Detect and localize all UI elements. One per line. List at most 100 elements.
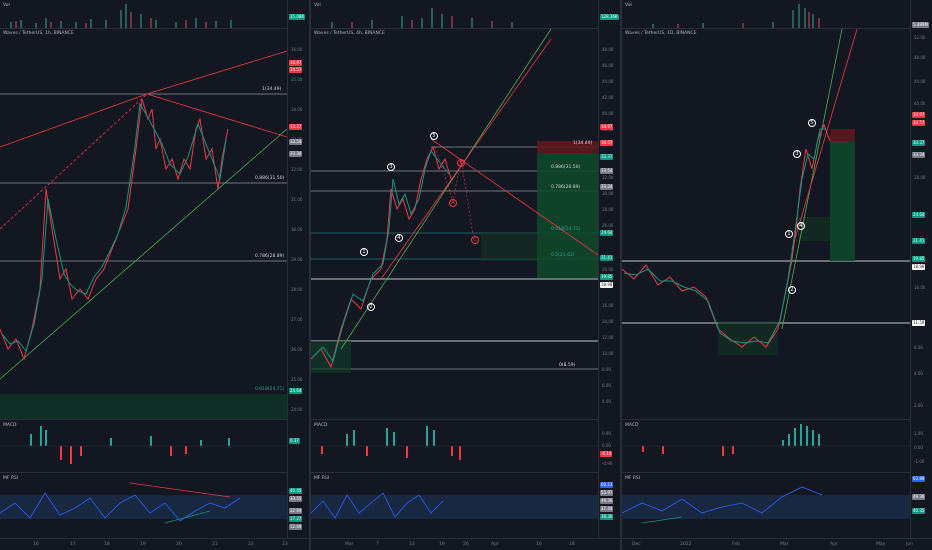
price-tag: 21.41 [600,255,614,261]
price-tick: 6.00 [602,383,611,388]
rsi-tag: 22.84 [289,508,303,514]
volume-tag: 128.36K [600,14,619,20]
macd-histogram [311,426,598,460]
price-tick: 34.00 [291,107,303,112]
price-tick: 28.00 [602,207,614,212]
price-tick: 20.00 [602,267,614,272]
time-label: 19 [140,542,146,547]
macd-tick: 0.90 [602,431,611,436]
rsi-pane[interactable]: MF RSI [311,473,598,538]
macd-pane[interactable]: MACD [311,420,598,472]
time-label: 18 [569,542,575,547]
price-tick: 29.00 [291,257,303,262]
time-label: 17 [70,542,76,547]
macd-tick: -0.90 [602,461,613,466]
price-tick: 32.00 [602,175,614,180]
rsi-tag: 55.97 [600,490,614,496]
price-tick: 36.00 [291,47,303,52]
wave-marker: 2 [367,303,375,311]
price-tag: 24.64 [600,230,614,236]
price-tag: 18.98 [600,282,614,288]
wave-marker: 5 [808,119,816,127]
price-tick: 44.00 [602,79,614,84]
macd-tick: 1.00 [914,431,923,436]
rsi-tag: 37.44 [600,506,614,512]
price-tick: 14.00 [602,319,614,324]
macd-pane[interactable]: MACD [0,420,287,472]
chart-panel-4h[interactable]: Vol Waves / TetherUS, 4h, BINANCE 1(34.4… [311,0,620,550]
price-tag: 34.97 [289,60,303,66]
price-tick: 16.00 [602,303,614,308]
fib-label: 0.786(28.89) [551,185,581,190]
chart-panel-1d[interactable]: Vol Waves / TetherUS, 1D, BINANCE 1 2 3 … [622,0,932,550]
time-label: 16 [33,542,39,547]
price-tick: 30.00 [291,227,303,232]
time-label: 20 [176,542,182,547]
time-label: May [876,542,886,547]
wave-marker: 5 [430,132,438,140]
price-tick: 16.00 [914,285,926,290]
price-axis[interactable]: 48.00 46.00 44.00 42.00 40.00 38.00 32.0… [598,0,620,538]
price-tag: 33.34 [289,151,303,157]
price-tick: 10.00 [602,351,614,356]
macd-histogram [622,424,910,456]
price-tick: 25.00 [291,377,303,382]
price-pane[interactable]: Waves / TetherUS, 4h, BINANCE 1(34.49) 0… [311,29,598,419]
price-tick: 52.00 [914,35,926,40]
price-tag: 34.57 [289,67,303,73]
price-tag: 33.54 [600,168,614,174]
time-label: Apr [491,542,499,547]
price-tag: 21.41 [912,238,926,244]
rsi-pane[interactable]: MF RSI [0,473,287,538]
price-tick: 24.00 [291,407,303,412]
volume-bars [331,8,513,28]
macd-tick: -1.00 [914,459,925,464]
volume-pane: Vol [622,0,910,28]
price-tick: 8.00 [602,367,611,372]
price-tick: 26.00 [602,223,614,228]
fib-label: 0.786(28.89) [255,254,285,259]
rsi-chart [311,492,598,519]
price-axis[interactable]: 36.00 35.00 34.00 33.00 32.00 31.00 30.0… [287,0,309,538]
price-tag: 34.97 [912,112,926,118]
price-axis[interactable]: 52.00 48.00 44.00 40.00 28.00 16.00 8.00… [910,0,932,538]
price-tag: 11.59 [912,320,926,326]
volume-bars [10,4,232,28]
price-pane[interactable]: Waves / TetherUS, 1h, BINANCE 1(34.49) 0… [0,29,287,419]
wave-marker: 1 [785,230,793,238]
wave-marker: 3 [793,150,801,158]
fib-label: 1(34.49) [573,141,593,146]
rsi-tag: 63.89 [912,476,926,482]
price-tag: 33.37 [289,124,303,130]
macd-tag: 0.37 [289,438,300,444]
fib-label: 0.886(31.50) [551,165,581,170]
time-label: 22 [248,542,254,547]
price-tick: 40.00 [914,101,926,106]
price-tick: 46.00 [602,63,614,68]
fib-label: 0.886(31.50) [255,176,285,181]
rsi-pane[interactable]: MF RSI [622,473,910,538]
fib-label: 0(8.59) [559,363,576,368]
time-axis[interactable]: Dec 2022 Feb Mar Apr May Jun [622,538,932,550]
macd-pane[interactable]: MACD [622,420,910,472]
wave-marker: C [471,236,479,244]
time-axis[interactable]: Mar 7 13 19 26 Apr 10 18 [311,538,620,550]
wave-marker: A [449,199,457,207]
time-label: 2022 [680,542,692,547]
fib-label: 1(34.49) [262,87,282,92]
time-label: 23 [282,542,288,547]
price-tick: 8.00 [914,345,923,350]
fib-label: 0.618(24.71) [255,387,285,392]
price-tag: 34.97 [600,124,614,130]
price-tick: 30.00 [602,191,614,196]
price-tick: 26.00 [291,347,303,352]
price-tag: 19.85 [600,274,614,280]
chart-panel-1h[interactable]: Vol Waves / TetherUS, 1h, BINANCE 1(34.4… [0,0,309,550]
time-label: Jun [906,542,914,547]
macd-histogram [0,426,287,464]
price-pane[interactable]: Waves / TetherUS, 1D, BINANCE 1 2 3 4 5 [622,29,910,419]
fib-label: 0.618(24.71) [551,227,581,232]
time-axis[interactable]: 16 17 18 19 20 21 22 23 [0,538,309,550]
wave-marker: 4 [797,222,805,230]
volume-pane: Vol [311,0,598,28]
